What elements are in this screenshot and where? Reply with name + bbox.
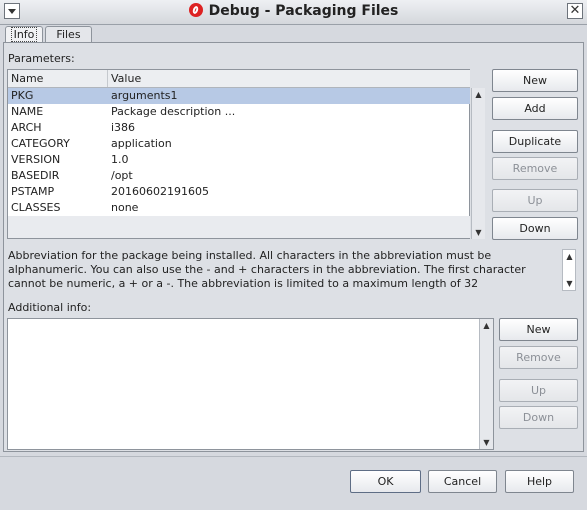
parameters-table[interactable]: Name Value PKG arguments1 NAME Package des… [7, 69, 470, 239]
tab-info-label: Info [10, 27, 38, 42]
scroll-up-icon[interactable]: ▲ [480, 319, 493, 332]
table-row[interactable]: VERSION 1.0 [8, 152, 470, 168]
description-scrollbar[interactable]: ▲ ▼ [562, 249, 576, 291]
tab-files[interactable]: Files [45, 26, 92, 42]
parameters-duplicate-button[interactable]: Duplicate [492, 130, 578, 153]
table-body: PKG arguments1 NAME Package description ..… [8, 88, 470, 216]
table-row[interactable]: PKG arguments1 [8, 88, 470, 104]
description-line: alphanumeric. You can also use the - and… [8, 263, 526, 276]
column-header-name[interactable]: Name [8, 70, 108, 87]
table-row[interactable]: BASEDIR/opt [8, 168, 470, 184]
table-row[interactable]: CATEGORY application [8, 136, 470, 152]
parameters-new-button[interactable]: New [492, 69, 578, 92]
row-value: /opt [111, 169, 133, 182]
title-bar: Debug - Packaging Files ✕ [0, 0, 587, 25]
row-value: 20160602191605 [111, 185, 209, 198]
row-name: BASEDIR [11, 169, 60, 182]
parameters-up-button[interactable]: Up [492, 189, 578, 212]
ok-button[interactable]: OK [350, 470, 421, 493]
scroll-down-icon[interactable]: ▼ [480, 436, 493, 449]
table-row[interactable]: PSTAMP 20160602191605 [8, 184, 470, 200]
parameters-add-button[interactable]: Add [492, 97, 578, 120]
row-value: 1.0 [111, 153, 129, 166]
table-row[interactable]: NAME Package description ... [8, 104, 470, 120]
tab-files-label: Files [56, 28, 81, 41]
additional-remove-button[interactable]: Remove [499, 346, 578, 369]
table-row[interactable]: CLASSES none [8, 200, 470, 216]
close-icon[interactable]: ✕ [567, 3, 583, 19]
scroll-down-icon[interactable]: ▼ [563, 277, 576, 290]
parameters-label: Parameters: [8, 52, 75, 65]
row-name: CATEGORY [11, 137, 70, 150]
tab-info[interactable]: Info [5, 26, 43, 42]
window-title: Debug - Packaging Files [0, 3, 587, 19]
description-line: Abbreviation for the package being insta… [8, 249, 492, 262]
row-name: PSTAMP [11, 185, 55, 198]
description-line: cannot be numeric, a + or a -. The abbre… [8, 277, 479, 290]
scroll-down-icon[interactable]: ▼ [472, 226, 485, 239]
cancel-button[interactable]: Cancel [428, 470, 497, 493]
app-logo-icon [188, 3, 203, 17]
additional-up-button[interactable]: Up [499, 379, 578, 402]
parameters-down-button[interactable]: Down [492, 217, 578, 240]
additional-info-label: Additional info: [8, 301, 92, 314]
row-value: none [111, 201, 139, 214]
row-value: i386 [111, 121, 136, 134]
parameter-description: Abbreviation for the package being insta… [8, 249, 556, 291]
row-value: Package description ... [111, 105, 236, 118]
column-header-value[interactable]: Value [108, 70, 470, 87]
additional-new-button[interactable]: New [499, 318, 578, 341]
row-name: ARCH [11, 121, 42, 134]
row-name: NAME [11, 105, 44, 118]
table-empty-area [8, 216, 470, 238]
additional-info-textarea[interactable] [7, 318, 494, 450]
parameters-remove-button[interactable]: Remove [492, 157, 578, 180]
additional-down-button[interactable]: Down [499, 406, 578, 429]
row-value: application [111, 137, 172, 150]
parameters-scrollbar[interactable]: ▲ ▼ [471, 88, 485, 239]
scroll-up-icon[interactable]: ▲ [472, 88, 485, 101]
row-name: PKG [11, 89, 34, 102]
help-button[interactable]: Help [505, 470, 574, 493]
row-name: CLASSES [11, 201, 61, 214]
additional-info-scrollbar[interactable]: ▲ ▼ [479, 319, 493, 449]
table-header: Name Value [8, 70, 470, 88]
table-row[interactable]: ARCH i386 [8, 120, 470, 136]
window-title-text: Debug - Packaging Files [208, 3, 399, 19]
row-name: VERSION [11, 153, 61, 166]
scroll-up-icon[interactable]: ▲ [563, 250, 576, 263]
row-value: arguments1 [111, 89, 178, 102]
bottom-separator [0, 456, 587, 457]
